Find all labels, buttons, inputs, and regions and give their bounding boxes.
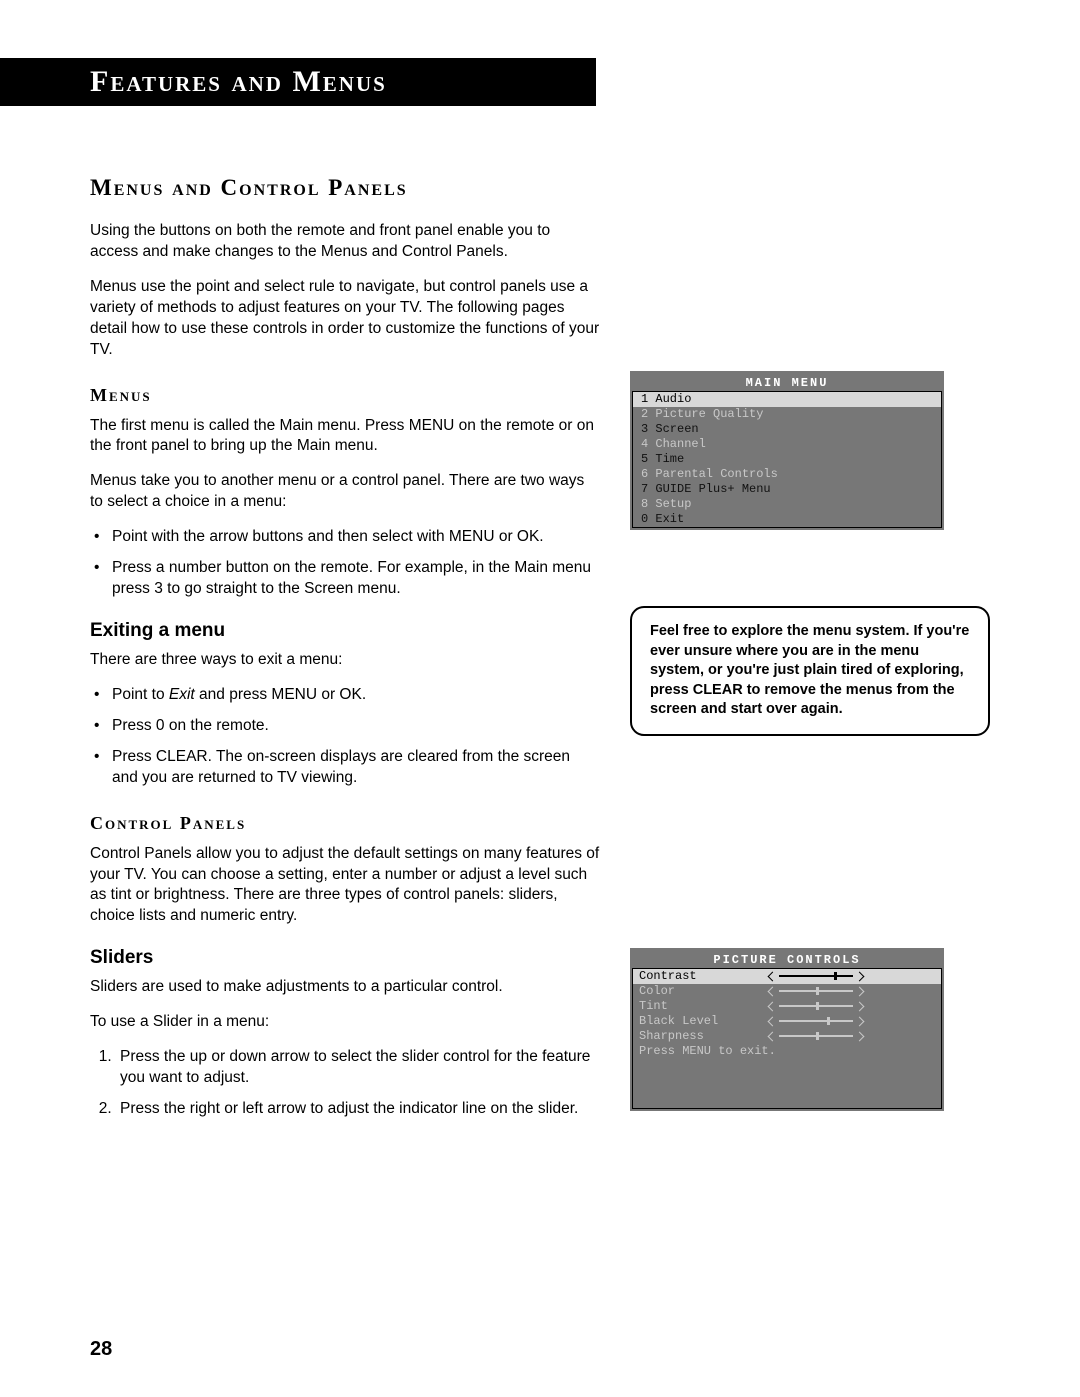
exiting-para: There are three ways to exit a menu: [90, 650, 600, 671]
intro-para-1: Using the buttons on both the remote and… [90, 221, 600, 263]
sliders-steps: Press the up or down arrow to select the… [90, 1047, 600, 1120]
left-column: Menus and Control Panels Using the butto… [90, 165, 600, 1134]
main-menu-item-setup: 8 Setup [633, 497, 941, 512]
exiting-bullet-2: Press 0 on the remote. [112, 716, 600, 737]
exiting-bullets: Point to Exit and press MENU or OK. Pres… [90, 685, 600, 789]
main-menu-item-time: 5 Time [633, 452, 941, 467]
slider-icon [769, 1018, 863, 1025]
sliders-para-1: Sliders are used to make adjustments to … [90, 977, 600, 998]
sliders-step-1: Press the up or down arrow to select the… [116, 1047, 600, 1089]
picture-controls-osd: PICTURE CONTROLS Contrast Color Tint [630, 948, 944, 1111]
main-menu-item-parental-controls: 6 Parental Controls [633, 467, 941, 482]
exiting-bullet-3: Press CLEAR. The on-screen displays are … [112, 747, 600, 789]
section-heading: Menus and Control Panels [90, 175, 600, 201]
menus-para-2: Menus take you to another menu or a cont… [90, 471, 600, 513]
main-menu-title: MAIN MENU [632, 373, 942, 391]
control-panels-para: Control Panels allow you to adjust the d… [90, 844, 600, 928]
sliders-para-2: To use a Slider in a menu: [90, 1012, 600, 1033]
slider-row-contrast: Contrast [633, 969, 941, 984]
sliders-step-2: Press the right or left arrow to adjust … [116, 1099, 600, 1120]
slider-row-sharpness: Sharpness [633, 1029, 941, 1044]
page-number: 28 [90, 1338, 112, 1361]
picture-controls-footer: Press MENU to exit. [633, 1044, 941, 1058]
sliders-heading: Sliders [90, 947, 600, 969]
main-menu-item-picture-quality: 2 Picture Quality [633, 407, 941, 422]
chapter-title: Features and Menus [90, 65, 387, 99]
slider-row-black-level: Black Level [633, 1014, 941, 1029]
main-menu-item-exit: 0 Exit [633, 512, 941, 527]
slider-row-color: Color [633, 984, 941, 999]
tip-callout: Feel free to explore the menu system. If… [630, 606, 990, 736]
intro-para-2: Menus use the point and select rule to n… [90, 277, 600, 361]
slider-icon [769, 1003, 863, 1010]
main-menu-item-screen: 3 Screen [633, 422, 941, 437]
main-menu-item-audio: 1 Audio [633, 392, 941, 407]
exiting-heading: Exiting a menu [90, 620, 600, 642]
exiting-bullet-1: Point to Exit and press MENU or OK. [112, 685, 600, 706]
slider-icon [769, 973, 863, 980]
menus-bullet-1: Point with the arrow buttons and then se… [112, 527, 600, 548]
right-column: MAIN MENU 1 Audio 2 Picture Quality 3 Sc… [630, 165, 990, 1134]
slider-icon [769, 1033, 863, 1040]
main-menu-item-channel: 4 Channel [633, 437, 941, 452]
main-menu-item-guide-plus: 7 GUIDE Plus+ Menu [633, 482, 941, 497]
menus-bullet-2: Press a number button on the remote. For… [112, 558, 600, 600]
menus-bullets: Point with the arrow buttons and then se… [90, 527, 600, 600]
main-menu-osd: MAIN MENU 1 Audio 2 Picture Quality 3 Sc… [630, 371, 944, 530]
slider-icon [769, 988, 863, 995]
chapter-header: Features and Menus [0, 58, 596, 106]
control-panels-heading: Control Panels [90, 813, 600, 834]
picture-controls-title: PICTURE CONTROLS [632, 950, 942, 968]
slider-row-tint: Tint [633, 999, 941, 1014]
menus-heading: Menus [90, 385, 600, 406]
menus-para-1: The first menu is called the Main menu. … [90, 416, 600, 458]
